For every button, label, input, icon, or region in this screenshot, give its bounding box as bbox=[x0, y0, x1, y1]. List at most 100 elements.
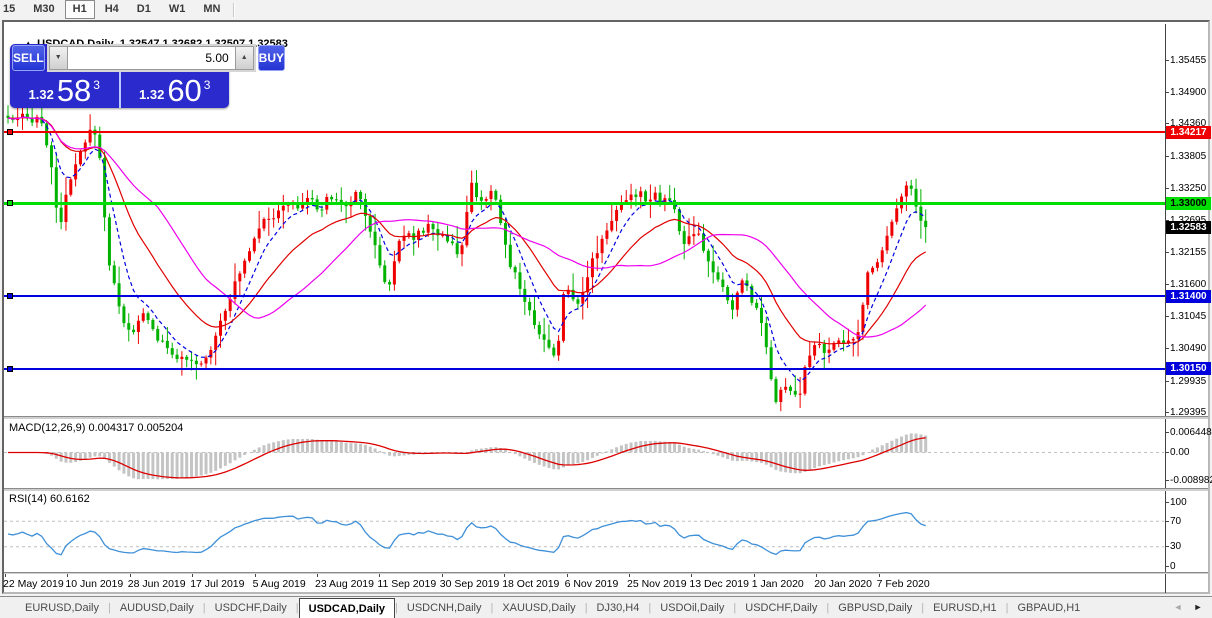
price-tick-label[interactable]: 1.33250 bbox=[1170, 182, 1212, 195]
date-label[interactable]: 7 Feb 2020 bbox=[877, 578, 930, 590]
candle-body bbox=[176, 355, 179, 359]
price-tick-label[interactable]: 1.32155 bbox=[1170, 246, 1212, 259]
tab-usdchf-daily[interactable]: USDCHF,Daily bbox=[206, 598, 296, 618]
candle-body bbox=[243, 261, 246, 274]
date-label[interactable]: 6 Nov 2019 bbox=[565, 578, 619, 590]
timeframe-button-w1[interactable]: W1 bbox=[161, 0, 194, 19]
price-tick-label[interactable]: 1.34900 bbox=[1170, 86, 1212, 99]
price-tick-label[interactable]: 1.30490 bbox=[1170, 342, 1212, 355]
macd-axis-label[interactable]: 0.006448 bbox=[1170, 426, 1212, 439]
candle-body bbox=[127, 323, 130, 330]
sell-price-display[interactable]: 1.32 58 3 bbox=[10, 72, 119, 108]
tab-gbpusd-daily[interactable]: GBPUSD,Daily bbox=[829, 598, 921, 618]
buy-price-display[interactable]: 1.32 60 3 bbox=[119, 72, 230, 108]
candle-body bbox=[538, 325, 541, 334]
rsi-chart[interactable] bbox=[4, 491, 1165, 572]
buy-price-big-digits: 60 bbox=[167, 76, 201, 105]
tab-scroll-right-icon[interactable]: ► bbox=[1190, 597, 1206, 618]
candle-body bbox=[494, 191, 497, 200]
date-label[interactable]: 10 Jun 2019 bbox=[65, 578, 123, 590]
candle-body bbox=[504, 223, 507, 245]
lot-size-input[interactable] bbox=[68, 46, 235, 70]
line-handle[interactable] bbox=[7, 293, 13, 299]
rsi-axis-label[interactable]: 100 bbox=[1170, 496, 1212, 509]
candle-body bbox=[509, 245, 512, 267]
candle-body bbox=[808, 356, 811, 367]
tab-usdcnh-daily[interactable]: USDCNH,Daily bbox=[398, 598, 491, 618]
timeframe-button-h1[interactable]: H1 bbox=[65, 0, 95, 19]
date-label[interactable]: 11 Sep 2019 bbox=[377, 578, 436, 590]
rsi-axis-label[interactable]: 70 bbox=[1170, 515, 1212, 528]
date-label[interactable]: 30 Sep 2019 bbox=[440, 578, 500, 590]
candle-body bbox=[789, 387, 792, 391]
date-label[interactable]: 5 Aug 2019 bbox=[253, 578, 306, 590]
date-label[interactable]: 20 Jan 2020 bbox=[814, 578, 872, 590]
tab-eurusd-daily[interactable]: EURUSD,Daily bbox=[16, 598, 108, 618]
date-tick bbox=[5, 574, 6, 577]
date-label[interactable]: 25 Nov 2019 bbox=[627, 578, 687, 590]
macd-axis-label[interactable]: 0.00 bbox=[1170, 446, 1212, 459]
candle-body bbox=[770, 347, 773, 379]
tab-scroll-left-icon[interactable]: ◄ bbox=[1170, 597, 1186, 618]
date-tick bbox=[442, 574, 443, 577]
price-tick-label[interactable]: 1.33805 bbox=[1170, 150, 1212, 163]
date-label[interactable]: 28 Jun 2019 bbox=[128, 578, 186, 590]
candle-body bbox=[654, 193, 657, 200]
last-price-flag: 1.32583 bbox=[1166, 221, 1211, 234]
tab-dj30-h4[interactable]: DJ30,H4 bbox=[588, 598, 649, 618]
rsi-axis-label[interactable]: 0 bbox=[1170, 560, 1212, 573]
horizontal-level-line[interactable] bbox=[4, 131, 1165, 133]
date-label[interactable]: 13 Dec 2019 bbox=[689, 578, 749, 590]
lot-decrease-button[interactable]: ▼ bbox=[49, 46, 68, 70]
candle-body bbox=[828, 350, 831, 353]
candle-body bbox=[731, 300, 734, 309]
sell-price-pip-digit: 3 bbox=[93, 79, 100, 91]
tab-usdcad-daily[interactable]: USDCAD,Daily bbox=[299, 598, 395, 618]
tab-usdoil-daily[interactable]: USDOil,Daily bbox=[651, 598, 733, 618]
candle-body bbox=[717, 272, 720, 279]
candle-body bbox=[456, 243, 459, 254]
timeframe-button-h4[interactable]: H4 bbox=[97, 0, 127, 19]
buy-button[interactable]: BUY bbox=[258, 45, 285, 71]
candle-body bbox=[345, 205, 348, 206]
horizontal-level-line[interactable] bbox=[4, 202, 1165, 205]
horizontal-level-line[interactable] bbox=[4, 368, 1165, 370]
candle-body bbox=[562, 294, 565, 341]
price-tick-label[interactable]: 1.31045 bbox=[1170, 310, 1212, 323]
date-label[interactable]: 17 Jul 2019 bbox=[190, 578, 244, 590]
rsi-name: RSI(14) bbox=[9, 493, 47, 505]
tab-xauusd-daily[interactable]: XAUUSD,Daily bbox=[493, 598, 584, 618]
macd-axis-label[interactable]: -0.008982 bbox=[1170, 474, 1212, 487]
candle-body bbox=[726, 287, 729, 300]
date-label[interactable]: 22 May 2019 bbox=[3, 578, 64, 590]
date-tick bbox=[130, 574, 131, 577]
lot-increase-button[interactable]: ▲ bbox=[235, 46, 254, 70]
date-label[interactable]: 23 Aug 2019 bbox=[315, 578, 374, 590]
line-handle[interactable] bbox=[7, 129, 13, 135]
price-tick-label[interactable]: 1.35455 bbox=[1170, 54, 1212, 67]
date-label[interactable]: 18 Oct 2019 bbox=[502, 578, 559, 590]
candle-body bbox=[490, 191, 493, 199]
rsi-axis-label[interactable]: 30 bbox=[1170, 540, 1212, 553]
candle-body bbox=[451, 241, 454, 243]
line-handle[interactable] bbox=[7, 200, 13, 206]
rsi-pane-separator[interactable] bbox=[4, 488, 1208, 491]
macd-pane-separator[interactable] bbox=[4, 416, 1208, 419]
timeframe-button-mn[interactable]: MN bbox=[195, 0, 228, 19]
date-label[interactable]: 1 Jan 2020 bbox=[752, 578, 804, 590]
candle-body bbox=[113, 265, 116, 283]
candle-body bbox=[876, 262, 879, 268]
tab-gbpaud-h1[interactable]: GBPAUD,H1 bbox=[1009, 598, 1090, 618]
timeframe-button-m30[interactable]: M30 bbox=[25, 0, 62, 19]
sell-button[interactable]: SELL bbox=[12, 45, 45, 71]
timeframe-button-d1[interactable]: D1 bbox=[129, 0, 159, 19]
tab-audusd-daily[interactable]: AUDUSD,Daily bbox=[111, 598, 203, 618]
price-tick-label[interactable]: 1.29935 bbox=[1170, 375, 1212, 388]
candle-body bbox=[518, 272, 521, 289]
timeframe-button-15[interactable]: 15 bbox=[1, 0, 23, 19]
line-handle[interactable] bbox=[7, 366, 13, 372]
tab-eurusd-h1[interactable]: EURUSD,H1 bbox=[924, 598, 1006, 618]
tab-usdchf-daily[interactable]: USDCHF,Daily bbox=[736, 598, 826, 618]
candle-body bbox=[905, 186, 908, 197]
horizontal-level-line[interactable] bbox=[4, 295, 1165, 297]
